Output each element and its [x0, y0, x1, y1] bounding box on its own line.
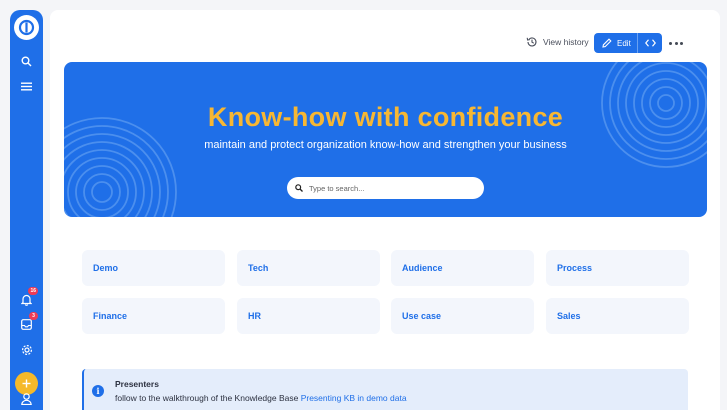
- settings-icon[interactable]: [18, 341, 35, 358]
- hero-subtitle: maintain and protect organization know-h…: [204, 139, 567, 151]
- callout-body: follow to the walkthrough of the Knowled…: [115, 393, 301, 403]
- edit-button-group: Edit: [594, 33, 662, 53]
- app-frame: 16 3 View history Edit Know-how with con…: [0, 0, 727, 410]
- category-card-hr[interactable]: HR: [237, 298, 380, 334]
- sidebar: 16 3: [10, 10, 43, 410]
- history-icon: [526, 37, 537, 47]
- search-icon[interactable]: [18, 53, 35, 70]
- main-content: View history Edit Know-how with confiden…: [50, 10, 720, 410]
- category-card-demo[interactable]: Demo: [82, 250, 225, 286]
- hero-banner: Know-how with confidence maintain and pr…: [64, 62, 707, 217]
- inbox-button[interactable]: 3: [18, 312, 38, 333]
- notifications-button[interactable]: 16: [18, 287, 38, 308]
- category-card-process[interactable]: Process: [546, 250, 689, 286]
- category-card-use-case[interactable]: Use case: [391, 298, 534, 334]
- info-icon: i: [92, 385, 104, 397]
- pencil-icon: [602, 38, 612, 48]
- more-icon[interactable]: [669, 38, 683, 48]
- bell-icon: [21, 294, 32, 306]
- menu-icon[interactable]: [18, 78, 35, 95]
- search-box: [287, 177, 484, 199]
- view-history-button[interactable]: View history: [526, 36, 589, 48]
- category-card-tech[interactable]: Tech: [237, 250, 380, 286]
- inbox-badge: 3: [29, 312, 38, 320]
- logo-icon[interactable]: [14, 15, 39, 40]
- category-card-finance[interactable]: Finance: [82, 298, 225, 334]
- user-icon[interactable]: [18, 390, 35, 407]
- search-input[interactable]: [309, 183, 479, 193]
- code-button[interactable]: [638, 33, 662, 53]
- callout-text: follow to the walkthrough of the Knowled…: [115, 393, 407, 403]
- presenters-callout: i Presenters follow to the walkthrough o…: [82, 369, 688, 410]
- notifications-badge: 16: [28, 287, 38, 295]
- edit-button[interactable]: Edit: [594, 33, 637, 53]
- callout-title: Presenters: [115, 379, 159, 389]
- category-card-audience[interactable]: Audience: [391, 250, 534, 286]
- inbox-icon: [21, 319, 32, 330]
- presenting-kb-link[interactable]: Presenting KB in demo data: [301, 393, 407, 403]
- search-icon: [295, 184, 303, 192]
- edit-label: Edit: [617, 38, 631, 48]
- code-icon: [644, 39, 656, 47]
- category-card-sales[interactable]: Sales: [546, 298, 689, 334]
- plus-icon: [22, 379, 31, 388]
- view-history-label: View history: [543, 37, 589, 47]
- hero-title: Know-how with confidence: [207, 102, 564, 132]
